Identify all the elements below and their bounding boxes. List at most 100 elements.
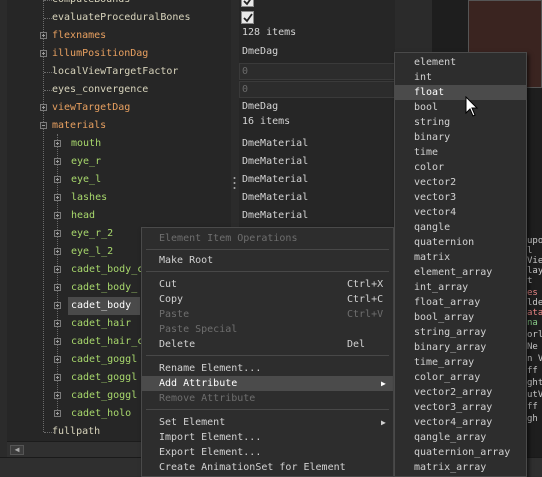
right-fragment: lde [527,298,542,308]
expand-toggle-icon[interactable] [54,140,61,147]
attr-type-string-array[interactable]: string_array [395,325,526,340]
menu-item-export-element[interactable]: Export Element... [142,445,393,460]
attr-type-int[interactable]: int [395,70,526,85]
attr-type-vector2[interactable]: vector2 [395,175,526,190]
scroll-left-arrow-icon[interactable]: ◀ [10,445,24,455]
expand-toggle-icon[interactable] [54,158,61,165]
expand-toggle-icon[interactable] [54,266,61,273]
attr-type-element[interactable]: element [395,55,526,70]
context-menu[interactable]: Element Item Operations Make Root Cut Ct… [141,227,394,477]
menu-item-set-element[interactable]: Set Element ▶ [142,415,393,430]
tree-row[interactable]: eye_r [7,153,231,171]
expand-toggle-icon[interactable] [54,176,61,183]
expand-toggle-icon[interactable] [54,248,61,255]
menu-item-copy[interactable]: Copy Ctrl+C [142,292,393,307]
menu-item-rename-element[interactable]: Rename Element... [142,361,393,376]
expand-toggle-icon[interactable] [54,230,61,237]
tree-row[interactable]: lashes [7,189,231,207]
value-material[interactable]: DmeMaterial [242,207,308,225]
value-material[interactable]: DmeMaterial [242,171,308,189]
attr-type-vector4-array[interactable]: vector4_array [395,415,526,430]
right-fragment: ata [527,308,542,318]
expand-toggle-icon[interactable] [54,320,61,327]
add-attribute-submenu[interactable]: element int float bool string binary tim… [394,52,527,477]
tree-row[interactable]: viewTargetDag [7,99,231,117]
menu-separator [146,249,389,250]
attr-type-float[interactable]: float [395,85,526,100]
attr-type-binary-array[interactable]: binary_array [395,340,526,355]
expand-toggle-icon[interactable] [40,104,47,111]
tree-row[interactable]: materials [7,117,231,135]
attr-type-quaternion[interactable]: quaternion [395,235,526,250]
expand-toggle-icon[interactable] [40,50,47,57]
tree-row[interactable]: eye_l [7,171,231,189]
attr-type-bool[interactable]: bool [395,100,526,115]
value-illum-position-dag[interactable]: DmeDag [242,43,278,61]
expand-toggle-icon[interactable] [54,356,61,363]
right-fragment: ght [527,378,542,388]
value-material[interactable]: DmeMaterial [242,189,308,207]
collapse-toggle-icon[interactable] [40,122,47,129]
menu-separator [146,409,389,410]
attr-type-qangle[interactable]: qangle [395,220,526,235]
checkbox-compute-bounds[interactable] [241,0,254,7]
expand-toggle-icon[interactable] [54,374,61,381]
attr-type-element-array[interactable]: element_array [395,265,526,280]
tree-row-label: fullpath [52,426,101,437]
tree-row-label: cadet_hair [71,318,132,329]
tree-row[interactable]: head [7,207,231,225]
attr-type-vector3-array[interactable]: vector3_array [395,400,526,415]
menu-item-paste[interactable]: Paste Ctrl+V [142,307,393,322]
menu-item-label: Cut [159,279,178,290]
tree-row-label: computeBounds [52,0,130,9]
menu-item-paste-special[interactable]: Paste Special [142,322,393,337]
attr-type-string[interactable]: string [395,115,526,130]
attr-type-matrix[interactable]: matrix [395,250,526,265]
tree-row[interactable]: computeBounds [7,0,231,9]
attr-type-vector3[interactable]: vector3 [395,190,526,205]
tree-row-label: mouth [71,138,102,149]
expand-toggle-icon[interactable] [54,410,61,417]
menu-item-make-root[interactable]: Make Root [142,253,393,268]
value-material[interactable]: DmeMaterial [242,153,308,171]
menu-item-label: Paste [159,309,190,320]
menu-item-import-element[interactable]: Import Element... [142,430,393,445]
attr-type-quaternion-array[interactable]: quaternion_array [395,445,526,460]
attr-type-binary[interactable]: binary [395,130,526,145]
attr-type-time-array[interactable]: time_array [395,355,526,370]
tree-row[interactable]: localViewTargetFactor [7,63,231,81]
menu-item-remove-attribute[interactable]: Remove Attribute [142,391,393,406]
attr-type-matrix-array[interactable]: matrix_array [395,460,526,475]
local-view-target-factor-field[interactable] [239,63,395,80]
attr-type-vector4[interactable]: vector4 [395,205,526,220]
menu-item-add-attribute[interactable]: Add Attribute ▶ [142,376,393,391]
expand-toggle-icon[interactable] [54,194,61,201]
expand-toggle-icon[interactable] [54,338,61,345]
eyes-convergence-field[interactable] [239,81,395,98]
tree-row[interactable]: mouth [7,135,231,153]
attr-type-float-array[interactable]: float_array [395,295,526,310]
value-material[interactable]: DmeMaterial [242,135,308,153]
expand-toggle-icon[interactable] [54,392,61,399]
tree-row[interactable]: evaluateProceduralBones [7,9,231,27]
checkbox-evaluate-procedural-bones[interactable] [241,11,254,24]
right-fragment: orld [527,330,542,340]
expand-toggle-icon[interactable] [54,284,61,291]
checkmark-icon [243,13,253,23]
menu-item-create-animationset[interactable]: Create AnimationSet for Element [142,460,393,475]
attr-type-time[interactable]: time [395,145,526,160]
expand-toggle-icon[interactable] [54,212,61,219]
menu-item-cut[interactable]: Cut Ctrl+X [142,277,393,292]
expand-toggle-icon[interactable] [40,32,47,39]
attr-type-vector2-array[interactable]: vector2_array [395,385,526,400]
tree-row[interactable]: flexnames [7,27,231,45]
attr-type-int-array[interactable]: int_array [395,280,526,295]
tree-row[interactable]: eyes_convergence [7,81,231,99]
tree-row[interactable]: illumPositionDag [7,45,231,63]
attr-type-color[interactable]: color [395,160,526,175]
attr-type-bool-array[interactable]: bool_array [395,310,526,325]
menu-item-delete[interactable]: Delete Del [142,337,393,352]
attr-type-qangle-array[interactable]: qangle_array [395,430,526,445]
expand-toggle-icon[interactable] [54,302,61,309]
attr-type-color-array[interactable]: color_array [395,370,526,385]
